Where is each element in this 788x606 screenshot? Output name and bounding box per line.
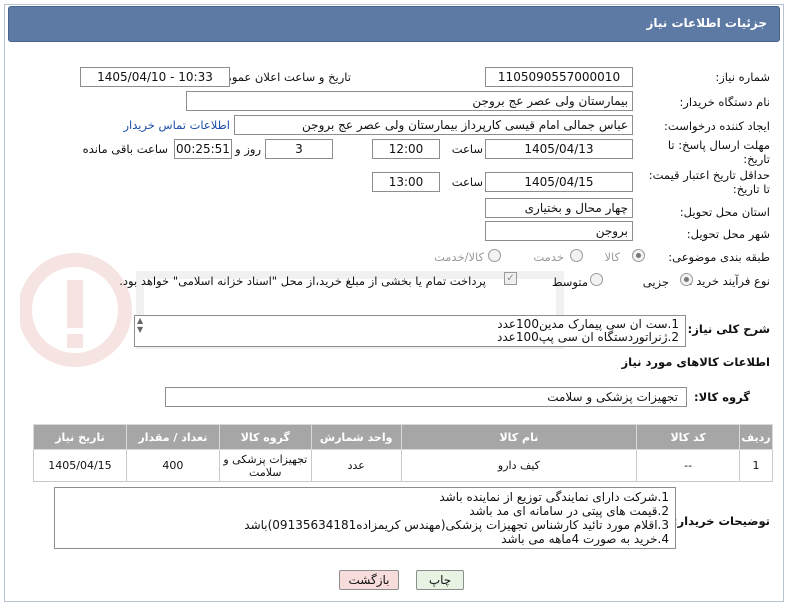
days-label: روز و bbox=[235, 142, 261, 156]
announce-field[interactable]: 1405/04/10 - 10:33 bbox=[80, 67, 230, 87]
province-field[interactable]: چهار محال و بختیاری bbox=[485, 198, 633, 218]
process-radio-medium[interactable] bbox=[590, 273, 603, 286]
validity-time-label: ساعت bbox=[451, 175, 483, 189]
remaining-time-field[interactable]: 00:25:51 bbox=[174, 139, 232, 159]
announce-label: تاریخ و ساعت اعلان عمومی: bbox=[212, 70, 351, 84]
city-label: شهر محل تحویل: bbox=[686, 227, 770, 241]
buyer-notes-label: توضیحات خریدار: bbox=[672, 514, 770, 528]
validity-time-field[interactable]: 13:00 bbox=[372, 172, 440, 192]
scroll-arrows-icon[interactable]: ▲ ▼ bbox=[137, 316, 143, 334]
buyer-note-line: 1.شرکت دارای نمایندگی توزیع از نماینده ب… bbox=[439, 490, 669, 504]
category-radio-both[interactable] bbox=[488, 249, 501, 262]
buyer-org-field[interactable]: بیمارستان ولی عصر عج بروجن bbox=[186, 91, 633, 111]
process-option-minor: جزیی bbox=[642, 275, 669, 289]
goods-table: ردیف کد کالا نام کالا واحد شمارش گروه کا… bbox=[33, 424, 773, 482]
category-option-goods: کالا bbox=[604, 250, 620, 264]
cell-code: -- bbox=[636, 449, 741, 482]
header-bar: جزئیات اطلاعات نیاز bbox=[8, 6, 780, 42]
buyer-note-line: 4.خرید به صورت 4ماهه می باشد bbox=[501, 532, 669, 546]
cell-qty: 400 bbox=[125, 449, 220, 482]
goods-section-title: اطلاعات کالاهای مورد نیاز bbox=[621, 355, 770, 369]
remaining-label: ساعت باقی مانده bbox=[82, 142, 168, 156]
buyer-notes-textarea[interactable]: 1.شرکت دارای نمایندگی توزیع از نماینده ب… bbox=[54, 487, 676, 549]
col-date: تاریخ نیاز bbox=[33, 424, 127, 450]
cell-row: 1 bbox=[739, 449, 773, 482]
deadline-time-label: ساعت bbox=[451, 142, 483, 156]
goods-group-label: گروه کالا: bbox=[694, 390, 750, 404]
buyer-note-line: 2.قیمت های پیتی در سامانه ای مد باشد bbox=[469, 504, 669, 518]
col-code: کد کالا bbox=[636, 424, 741, 450]
province-label: استان محل تحویل: bbox=[679, 205, 770, 219]
col-name: نام کالا bbox=[400, 424, 638, 450]
cell-name: کیف دارو bbox=[400, 449, 638, 482]
category-radio-service[interactable] bbox=[570, 249, 583, 262]
buyer-note-line: 3.اقلام مورد تائید کارشناس تجهیزات پزشکی… bbox=[244, 518, 669, 532]
summary-line: 2.ژنراتوردستگاه ان سی پپ100عدد bbox=[497, 330, 679, 344]
deadline-label: مهلت ارسال پاسخ: تا bbox=[667, 138, 770, 152]
summary-label: شرح کلی نیاز: bbox=[687, 322, 770, 336]
table-row[interactable]: 1 -- کیف دارو عدد تجهیزات پزشکی و سلامت … bbox=[33, 449, 773, 482]
need-number-field[interactable]: 1105090557000010 bbox=[485, 67, 633, 87]
deadline-label-2: تاریخ: bbox=[743, 152, 770, 166]
process-label: نوع فرآیند خرید : bbox=[688, 274, 770, 288]
need-number-label: شماره نیاز: bbox=[715, 70, 770, 84]
requester-label: ایجاد کننده درخواست: bbox=[664, 119, 770, 133]
process-option-medium: متوسط bbox=[551, 275, 588, 289]
table-header-row: ردیف کد کالا نام کالا واحد شمارش گروه کا… bbox=[33, 424, 773, 450]
requester-field[interactable]: عباس جمالی امام قیسی کارپرداز بیمارستان … bbox=[234, 115, 633, 135]
goods-group-field[interactable]: تجهیزات پزشکی و سلامت bbox=[165, 387, 687, 407]
category-option-service: خدمت bbox=[533, 250, 564, 264]
cell-unit: عدد bbox=[310, 449, 402, 482]
cell-date: 1405/04/15 bbox=[33, 449, 127, 482]
col-row: ردیف bbox=[739, 424, 773, 450]
deadline-time-field[interactable]: 12:00 bbox=[372, 139, 440, 159]
page-title: جزئیات اطلاعات نیاز bbox=[646, 16, 767, 30]
summary-textarea[interactable]: 1.ست ان سی پیمارک مدین100عدد 2.ژنراتوردس… bbox=[134, 315, 686, 347]
deadline-date-field[interactable]: 1405/04/13 bbox=[485, 139, 633, 159]
col-group: گروه کالا bbox=[218, 424, 312, 450]
col-unit: واحد شمارش bbox=[310, 424, 402, 450]
category-radio-goods[interactable] bbox=[632, 249, 645, 262]
category-option-both: کالا/خدمت bbox=[433, 250, 484, 264]
process-radio-minor[interactable] bbox=[680, 273, 693, 286]
treasury-checkbox[interactable]: ✓ bbox=[504, 272, 517, 285]
col-qty: تعداد / مقدار bbox=[125, 424, 220, 450]
contact-info-link[interactable]: اطلاعات تماس خریدار bbox=[123, 118, 230, 132]
validity-label-2: تا تاریخ: bbox=[732, 182, 770, 196]
print-button[interactable]: چاپ bbox=[416, 570, 464, 590]
buyer-org-label: نام دستگاه خریدار: bbox=[679, 95, 770, 109]
back-button[interactable]: بازگشت bbox=[339, 570, 399, 590]
validity-date-field[interactable]: 1405/04/15 bbox=[485, 172, 633, 192]
days-field[interactable]: 3 bbox=[265, 139, 333, 159]
city-field[interactable]: بروجن bbox=[485, 221, 633, 241]
cell-group: تجهیزات پزشکی و سلامت bbox=[218, 449, 312, 482]
category-label: طبقه بندی موضوعی: bbox=[668, 250, 770, 264]
validity-label: حداقل تاریخ اعتبار قیمت: bbox=[648, 168, 770, 182]
payment-note: پرداخت تمام یا بخشی از مبلغ خرید،از محل … bbox=[119, 274, 486, 288]
